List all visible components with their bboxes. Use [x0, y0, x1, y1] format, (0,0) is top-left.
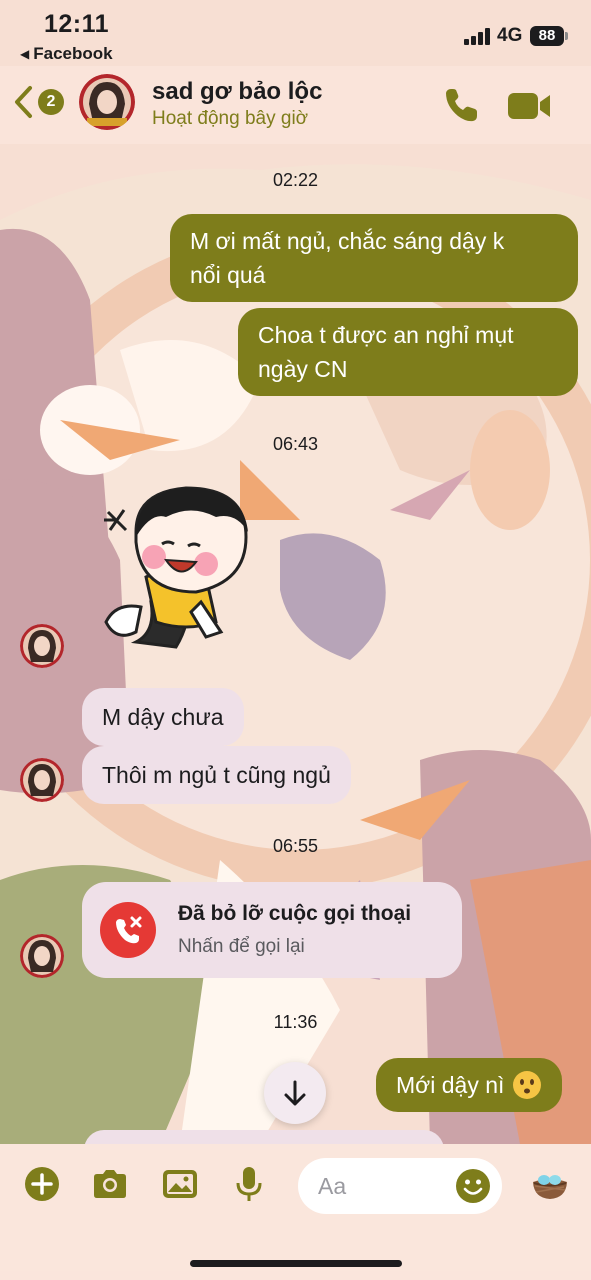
microphone-icon[interactable] — [229, 1164, 269, 1204]
contact-status: Hoạt động bây giờ — [152, 108, 309, 129]
home-indicator — [190, 1260, 402, 1267]
timestamp: 11:36 — [273, 1012, 318, 1032]
message-line: Choa t được an nghỉ mụt — [258, 322, 514, 348]
unread-badge: 2 — [38, 89, 64, 115]
timestamp: 06:43 — [272, 434, 319, 454]
missed-call-title: Đã bỏ lỡ cuộc gọi thoại — [178, 902, 412, 925]
avatar-image — [20, 624, 64, 668]
chat-header: 2 sad gơ bảo lộc Hoạt động bây giờ — [0, 66, 591, 144]
missed-call-card[interactable]: Đã bỏ lỡ cuộc gọi thoại Nhấn để gọi lại — [82, 882, 462, 978]
message-line: M ơi mất ngủ, chắc sáng dậy k — [190, 228, 505, 254]
back-to-app-link[interactable]: ◀ Facebook — [20, 44, 113, 64]
smile-icon[interactable] — [455, 1168, 491, 1204]
image-icon[interactable] — [160, 1164, 200, 1204]
network-type: 4G — [497, 25, 523, 46]
camera-icon[interactable] — [90, 1164, 130, 1204]
outgoing-message[interactable]: Choa t được an nghỉ mụt ngày CN — [238, 308, 578, 396]
message-text: Mới dậy nì — [396, 1072, 505, 1098]
contact-avatar[interactable] — [79, 74, 135, 130]
outgoing-message[interactable]: M ơi mất ngủ, chắc sáng dậy k nổi quá — [170, 214, 578, 302]
message-input[interactable] — [318, 1170, 448, 1202]
girl-sticker[interactable] — [96, 482, 266, 657]
signal-icon — [464, 28, 490, 45]
contact-avatar-small[interactable] — [20, 624, 64, 668]
avatar-image — [20, 934, 64, 978]
missed-call-subtitle: Nhấn để gọi lại — [178, 936, 305, 957]
avatar-image — [20, 758, 64, 802]
contact-avatar-small[interactable] — [20, 934, 64, 978]
contact-name[interactable]: sad gơ bảo lộc — [152, 78, 322, 106]
incoming-message[interactable]: M dậy chưa — [82, 688, 244, 746]
status-time: 12:11 — [44, 10, 110, 38]
plus-icon[interactable] — [22, 1164, 62, 1204]
back-button[interactable]: 2 — [12, 84, 64, 120]
battery-level: 88 — [530, 26, 564, 46]
message-line: nổi quá — [190, 262, 266, 288]
hushed-face-emoji-icon — [513, 1071, 542, 1099]
missed-call-icon — [100, 902, 156, 958]
message-line: ngày CN — [258, 356, 348, 382]
timestamp: 02:22 — [272, 170, 319, 190]
incoming-message[interactable]: Thôi m ngủ t cũng ngủ — [82, 746, 351, 804]
message-input-box[interactable] — [298, 1158, 502, 1214]
message-composer — [0, 1144, 591, 1280]
outgoing-message[interactable]: Mới dậy nì — [376, 1058, 563, 1112]
phone-icon[interactable] — [442, 86, 480, 124]
nest-icon[interactable] — [530, 1168, 570, 1202]
arrow-down-icon — [284, 1080, 306, 1106]
battery-tip — [565, 32, 568, 40]
message-list[interactable]: 02:22 M ơi mất ngủ, chắc sáng dậy k nổi … — [0, 144, 591, 1150]
chevron-left-icon — [15, 86, 32, 118]
scroll-to-bottom-button[interactable] — [264, 1062, 326, 1124]
contact-avatar-small[interactable] — [20, 758, 64, 802]
avatar-image — [79, 74, 135, 130]
back-triangle-icon: ◀ — [20, 47, 30, 61]
back-app-label: Facebook — [33, 44, 113, 63]
video-camera-icon[interactable] — [506, 86, 552, 124]
status-bar: 12:11 ◀ Facebook 4G 88 — [0, 0, 591, 66]
timestamp: 06:55 — [272, 836, 319, 856]
